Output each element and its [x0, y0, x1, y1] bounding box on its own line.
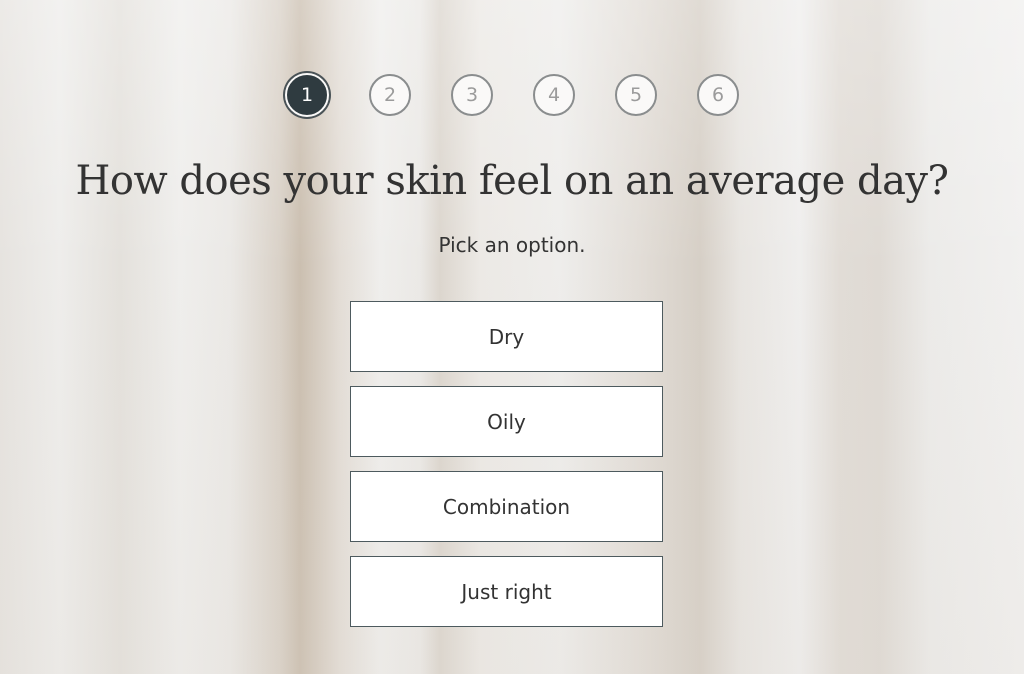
answer-options: Dry Oily Combination Just right: [350, 301, 663, 627]
step-5[interactable]: 5: [615, 74, 657, 116]
option-oily-button[interactable]: Oily: [350, 386, 663, 457]
option-dry-button[interactable]: Dry: [350, 301, 663, 372]
question-title: How does your skin feel on an average da…: [75, 158, 949, 204]
step-2[interactable]: 2: [369, 74, 411, 116]
question-hint: Pick an option.: [438, 233, 586, 257]
step-3[interactable]: 3: [451, 74, 493, 116]
option-combination-button[interactable]: Combination: [350, 471, 663, 542]
step-progress: 1 2 3 4 5 6: [0, 73, 1024, 117]
step-4[interactable]: 4: [533, 74, 575, 116]
option-just-right-button[interactable]: Just right: [350, 556, 663, 627]
step-6[interactable]: 6: [697, 74, 739, 116]
step-1[interactable]: 1: [285, 73, 329, 117]
